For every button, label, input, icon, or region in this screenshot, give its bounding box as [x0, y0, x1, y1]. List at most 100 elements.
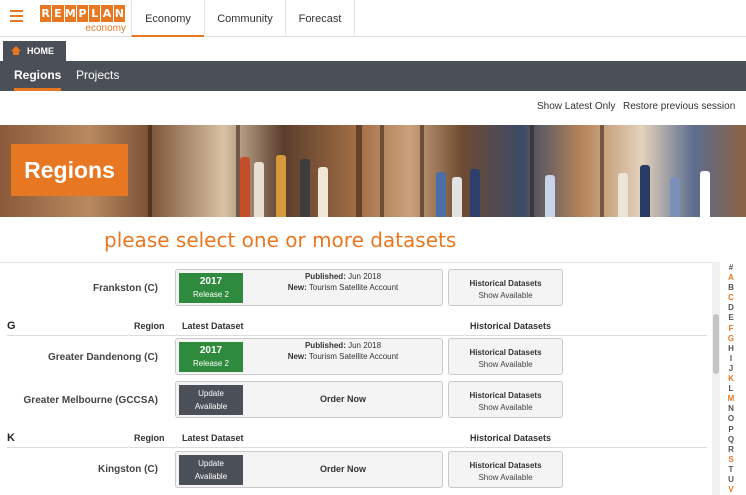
scrollbar-thumb[interactable] — [713, 314, 719, 374]
region-name: Kingston (C) — [98, 464, 158, 475]
show-latest-only-link[interactable]: Show Latest Only — [537, 101, 615, 112]
published-line: Published: Jun 2018 — [246, 272, 440, 281]
available-label: Available — [194, 472, 228, 481]
remplan-logo[interactable]: REMPLAN economy — [40, 5, 126, 35]
alphabet-index-letter[interactable]: T — [724, 465, 738, 475]
alphabet-index-letter[interactable]: A — [724, 273, 738, 283]
alphabet-index-letter[interactable]: D — [724, 303, 738, 313]
historical-datasets-button[interactable]: Historical Datasets Show Available — [448, 451, 563, 488]
top-navbar: REMPLAN economy Economy Community Foreca… — [0, 0, 746, 37]
dataset-year-badge[interactable]: 2017 Release 2 — [179, 273, 243, 303]
logo-subtitle: economy — [85, 23, 126, 34]
alphabet-index-letter[interactable]: N — [724, 404, 738, 414]
alphabet-index-letter[interactable]: H — [724, 344, 738, 354]
tab-forecast[interactable]: Forecast — [285, 0, 355, 37]
alphabet-index-letter[interactable]: F — [724, 324, 738, 334]
latest-dataset-card[interactable]: 2017 Release 2 Published: Jun 2018 New: … — [175, 269, 443, 306]
update-available-badge[interactable]: Update Available — [179, 385, 243, 415]
historical-title: Historical Datasets — [469, 279, 542, 288]
dataset-year-badge[interactable]: 2017 Release 2 — [179, 342, 243, 372]
select-datasets-prompt: please select one or more datasets — [104, 228, 457, 252]
new-label: New: — [287, 283, 307, 292]
home-icon — [11, 46, 21, 55]
column-latest-dataset: Latest Dataset — [182, 321, 244, 331]
region-name: Frankston (C) — [93, 283, 158, 294]
historical-title: Historical Datasets — [469, 461, 542, 470]
published-date: Jun 2018 — [348, 272, 382, 281]
logo-letter: A — [101, 5, 113, 22]
subnav-projects[interactable]: Projects — [76, 61, 119, 91]
logo-letter: P — [76, 5, 89, 22]
divider — [7, 335, 707, 336]
column-historical-datasets: Historical Datasets — [470, 433, 552, 443]
alphabet-index-letter[interactable]: U — [724, 475, 738, 485]
latest-dataset-card[interactable]: Update Available Order Now — [175, 451, 443, 488]
alphabet-index-letter[interactable]: E — [724, 313, 738, 323]
update-label: Update — [198, 389, 224, 398]
sub-navbar: Regions Projects — [0, 61, 746, 91]
home-tab[interactable]: HOME — [3, 41, 66, 61]
logo-wordmark: REMPLAN — [40, 5, 126, 22]
restore-session-link[interactable]: Restore previous session — [623, 101, 735, 112]
logo-letter: R — [40, 5, 52, 22]
dataset-year: 2017 — [199, 345, 223, 356]
alphabet-index-letter[interactable]: S — [724, 455, 738, 465]
published-line: Published: Jun 2018 — [246, 341, 440, 350]
region-name: Greater Melbourne (GCCSA) — [23, 395, 158, 406]
published-label: Published: — [304, 341, 346, 350]
dataset-release: Release 2 — [192, 359, 230, 368]
alphabet-index-letter[interactable]: B — [724, 283, 738, 293]
alphabet-index-letter[interactable]: K — [724, 374, 738, 384]
historical-title: Historical Datasets — [469, 348, 542, 357]
dataset-year: 2017 — [199, 276, 223, 287]
historical-datasets-button[interactable]: Historical Datasets Show Available — [448, 381, 563, 418]
order-now-button[interactable]: Order Now — [246, 464, 440, 474]
latest-dataset-card[interactable]: Update Available Order Now — [175, 381, 443, 418]
alphabet-index-letter[interactable]: P — [724, 425, 738, 435]
tab-community[interactable]: Community — [204, 0, 285, 37]
alphabet-index-letter[interactable]: R — [724, 445, 738, 455]
home-strip: HOME — [0, 37, 746, 61]
historical-title: Historical Datasets — [469, 391, 542, 400]
update-available-badge[interactable]: Update Available — [179, 455, 243, 485]
show-available-label: Show Available — [478, 473, 533, 482]
alphabet-index: # A B C D E F G H I J K L M N O P Q R S T U V — [724, 263, 738, 495]
order-now-button[interactable]: Order Now — [246, 394, 440, 404]
regions-banner-image: Regions — [0, 125, 746, 217]
alphabet-index-letter[interactable]: J — [724, 364, 738, 374]
alphabet-index-letter[interactable]: Q — [724, 435, 738, 445]
regions-list: Frankston (C) 2017 Release 2 Published: … — [0, 262, 712, 495]
new-label: New: — [287, 352, 307, 361]
alphabet-index-letter[interactable]: I — [724, 354, 738, 364]
update-label: Update — [198, 459, 224, 468]
new-value: Tourism Satellite Account — [308, 352, 399, 361]
logo-letter: M — [64, 5, 76, 22]
logo-letter: N — [113, 5, 125, 22]
new-value: Tourism Satellite Account — [308, 283, 399, 292]
column-latest-dataset: Latest Dataset — [182, 433, 244, 443]
alphabet-index-letter[interactable]: G — [724, 334, 738, 344]
alphabet-index-letter[interactable]: # — [724, 263, 738, 273]
region-name: Greater Dandenong (C) — [47, 352, 158, 363]
historical-datasets-button[interactable]: Historical Datasets Show Available — [448, 338, 563, 375]
menu-icon[interactable] — [10, 10, 23, 23]
divider — [7, 447, 707, 448]
tab-economy[interactable]: Economy — [131, 0, 204, 37]
home-tab-label: HOME — [27, 46, 54, 56]
available-label: Available — [194, 402, 228, 411]
alphabet-index-letter[interactable]: L — [724, 384, 738, 394]
logo-letter: L — [89, 5, 101, 22]
historical-datasets-button[interactable]: Historical Datasets Show Available — [448, 269, 563, 306]
list-scrollbar[interactable] — [712, 262, 720, 495]
latest-dataset-card[interactable]: 2017 Release 2 Published: Jun 2018 New: … — [175, 338, 443, 375]
alphabet-index-letter[interactable]: O — [724, 414, 738, 424]
published-label: Published: — [304, 272, 346, 281]
show-available-label: Show Available — [478, 403, 533, 412]
alphabet-index-letter[interactable]: M — [724, 394, 738, 404]
section-letter: K — [7, 432, 15, 444]
alphabet-index-letter[interactable]: V — [724, 485, 738, 495]
show-available-label: Show Available — [478, 360, 533, 369]
published-date: Jun 2018 — [348, 341, 382, 350]
subnav-regions[interactable]: Regions — [14, 61, 62, 91]
alphabet-index-letter[interactable]: C — [724, 293, 738, 303]
